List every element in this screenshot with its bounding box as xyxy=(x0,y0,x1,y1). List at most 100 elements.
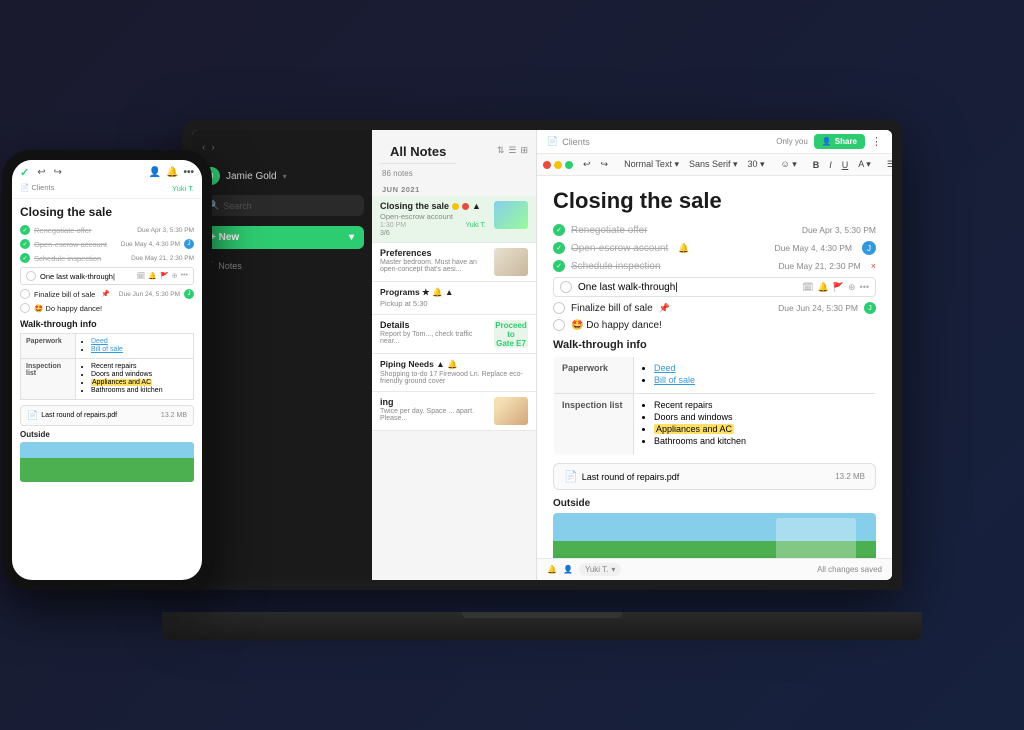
phone-table-row-inspection: Inspection list Recent repairs Doors and… xyxy=(21,359,194,400)
flag-icon[interactable]: 🚩 xyxy=(833,282,844,293)
share-button[interactable]: 👤 Share xyxy=(814,134,865,149)
new-button[interactable]: + New ▾ xyxy=(200,226,364,249)
toolbar-redo[interactable]: ↪ xyxy=(597,157,613,172)
nav-forward-icon[interactable]: › xyxy=(211,142,214,153)
pdf-size: 13.2 MB xyxy=(835,472,865,481)
phone-redo-icon[interactable]: ↪ xyxy=(54,167,62,178)
toolbar-undo[interactable]: ↩ xyxy=(579,157,595,172)
info-table: Paperwork Deed Bill of sale Inspection l… xyxy=(553,356,876,455)
bell-icon[interactable]: 🔔 xyxy=(818,282,829,293)
ph-open-circle xyxy=(26,271,36,281)
ph-task-done-icon-2: ✓ xyxy=(20,239,30,249)
editor-toolbar: ↩ ↪ Normal Text ▾ Sans Serif ▾ 30 ▾ ☺ ▾ … xyxy=(537,154,892,176)
phone-outside-image xyxy=(20,442,194,482)
task-done-icon-2: ✓ xyxy=(553,242,565,254)
note-item-piping[interactable]: Piping Needs ▲ 🔔 Shopping to-do 17 Firew… xyxy=(372,354,536,392)
assign-icon[interactable]: ⊕ xyxy=(848,282,856,293)
task-row-3: ✓ Schedule inspection Due May 21, 2:30 P… xyxy=(553,260,876,272)
table-row-inspection: Inspection list Recent repairs Doors and… xyxy=(554,394,876,455)
phone-task-1: ✓ Renegotiate offer Due Apr 3, 5:30 PM xyxy=(20,225,194,235)
note-item-dog[interactable]: ing Twice per day. Space ... apart. Plea… xyxy=(372,392,536,431)
task-input-row[interactable]: One last walk-through| 🗓 🔔 🚩 ⊕ ••• xyxy=(553,277,876,297)
notes-list-panel: All Notes ⇅ ☰ ⊞ 86 notes JUN 2021 xyxy=(372,130,537,580)
toolbar-italic[interactable]: I xyxy=(825,158,836,172)
ph-task-done-icon: ✓ xyxy=(20,225,30,235)
phone-pdf-attachment[interactable]: 📄 Last round of repairs.pdf 13.2 MB xyxy=(20,405,194,426)
footer-username: Yuki T. xyxy=(585,565,608,574)
table-row-paperwork: Paperwork Deed Bill of sale xyxy=(554,357,876,394)
toolbar-format[interactable]: Normal Text ▾ xyxy=(620,157,683,172)
notes-count: 86 notes xyxy=(372,166,536,181)
task-row-2: ✓ Open-escrow account 🔔 Due May 4, 4:30 … xyxy=(553,241,876,255)
footer-person-icon: 👤 xyxy=(563,565,573,574)
more-icon[interactable]: ••• xyxy=(860,282,869,293)
toolbar-bullets[interactable]: ☰ ▾ xyxy=(883,157,892,172)
sidebar-username: Jamie Gold xyxy=(226,171,277,182)
phone-outside-label: Outside xyxy=(20,430,194,439)
toolbar-font[interactable]: Sans Serif ▾ xyxy=(685,157,742,172)
notes-list-title: All Notes xyxy=(380,136,456,164)
note-item-preferences[interactable]: Preferences Master bedroom. Must have an… xyxy=(372,243,536,282)
editor-note-title: Closing the sale xyxy=(553,188,876,214)
task-done-icon-3: ✓ xyxy=(553,260,565,272)
editor-panel: 📄 Clients Only you 👤 Share ⋮ xyxy=(537,130,892,580)
outside-image xyxy=(553,513,876,558)
badge-j1: J xyxy=(862,241,876,255)
bill-of-sale-link[interactable]: Bill of sale xyxy=(654,375,695,385)
pdf-attachment[interactable]: 📄 Last round of repairs.pdf 13.2 MB xyxy=(553,463,876,490)
phone-more-icon[interactable]: ••• xyxy=(183,167,194,178)
deed-link[interactable]: Deed xyxy=(654,363,676,373)
phone-device: ✓ ↩ ↪ 👤 🔔 ••• 📄 Clients Yuki T. xyxy=(2,150,212,590)
phone-undo-icon[interactable]: ↩ xyxy=(37,167,45,178)
sidebar-search[interactable]: 🔍 Search xyxy=(200,195,364,216)
ph-badge-j2: J xyxy=(184,289,194,299)
sidebar-item-notes[interactable]: 📝 Notes xyxy=(192,255,372,276)
sidebar-nav: ‹ › xyxy=(192,138,372,157)
phone-bell-icon: 🔔 xyxy=(166,167,178,178)
toolbar-size[interactable]: 30 ▾ xyxy=(744,157,769,172)
toolbar-emoji[interactable]: ☺ ▾ xyxy=(777,157,801,172)
color-dot-red xyxy=(543,161,551,169)
phone-task-5: Finalize bill of sale 📌 Due Jun 24, 5:30… xyxy=(20,289,194,299)
phone-note-title: Closing the sale xyxy=(20,205,194,219)
phone-task-input[interactable]: One last walk-through| 🗓🔔🚩⊕••• xyxy=(20,267,194,285)
editor-topbar: 📄 Clients Only you 👤 Share ⋮ xyxy=(537,130,892,154)
pin-icon: 📌 xyxy=(659,303,670,314)
phone-screen: ✓ ↩ ↪ 👤 🔔 ••• 📄 Clients Yuki T. xyxy=(12,160,202,580)
color-dot-green xyxy=(565,161,573,169)
phone-topbar: ✓ ↩ ↪ 👤 🔔 ••• 📄 Clients Yuki T. xyxy=(12,160,202,199)
toolbar-underline[interactable]: U xyxy=(838,158,853,172)
phone-yuki-label: Yuki T. xyxy=(172,184,194,193)
phone-content: Closing the sale ✓ Renegotiate offer Due… xyxy=(12,199,202,580)
sidebar-user-row[interactable]: J Jamie Gold ▾ xyxy=(192,161,372,191)
task-open-icon xyxy=(560,281,572,293)
task-row-1: ✓ Renegotiate offer Due Apr 3, 5:30 PM xyxy=(553,224,876,236)
more-options-icon[interactable]: ⋮ xyxy=(871,135,882,148)
task-done-icon-1: ✓ xyxy=(553,224,565,236)
ph-badge-j1: J xyxy=(184,239,194,249)
footer-bell-icon[interactable]: 🔔 xyxy=(547,565,557,574)
only-you-text: Only you xyxy=(776,137,808,146)
editor-breadcrumb: 📄 Clients xyxy=(547,136,590,147)
toolbar-bold[interactable]: B xyxy=(809,158,824,172)
badge-j2: J xyxy=(864,302,876,314)
note-item-details[interactable]: Details Report by Tom..., check traffic … xyxy=(372,315,536,354)
footer-user-chip[interactable]: Yuki T. ▾ xyxy=(579,563,621,576)
footer-left: 🔔 👤 Yuki T. ▾ xyxy=(547,563,621,576)
grid-icon[interactable]: ⊞ xyxy=(520,145,528,156)
note-item-closing[interactable]: Closing the sale ▲ Open-escrow account 1… xyxy=(372,196,536,243)
ph-task-done-icon-3: ✓ xyxy=(20,253,30,263)
note-item-programs[interactable]: Programs ★ 🔔 ▲ Pickup at 5:30 xyxy=(372,282,536,315)
phone-section-title: Walk-through info xyxy=(20,319,194,329)
search-label: Search xyxy=(223,201,252,211)
sort-icon[interactable]: ☰ xyxy=(508,145,516,156)
pdf-name: Last round of repairs.pdf xyxy=(582,472,680,482)
toolbar-highlight[interactable]: A ▾ xyxy=(854,157,875,172)
nav-back-icon[interactable]: ‹ xyxy=(202,142,205,153)
task-input-icons: 🗓 🔔 🚩 ⊕ ••• xyxy=(802,282,869,293)
editor-footer: 🔔 👤 Yuki T. ▾ All changes saved xyxy=(537,558,892,580)
phone-check-icon[interactable]: ✓ xyxy=(20,166,29,179)
calendar-icon[interactable]: 🗓 xyxy=(802,282,813,293)
phone-task-6: 🤩 Do happy dance! xyxy=(20,303,194,313)
filter-icon[interactable]: ⇅ xyxy=(497,145,505,156)
